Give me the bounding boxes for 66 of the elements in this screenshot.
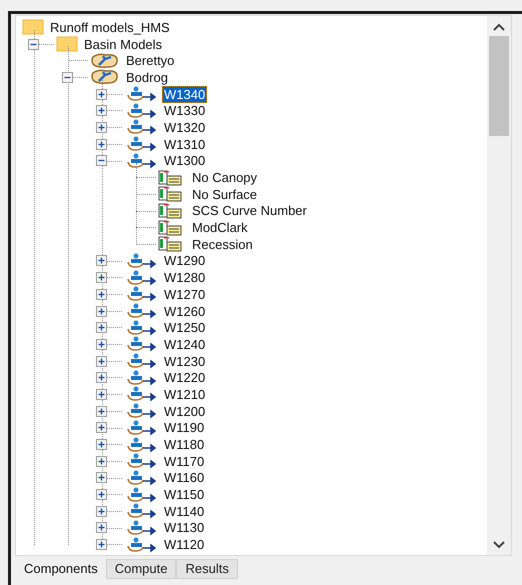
tree-item[interactable]: Berettyo bbox=[124, 52, 176, 70]
basin-icon bbox=[90, 52, 120, 69]
tree-item[interactable]: Recession bbox=[190, 236, 255, 253]
expand-icon[interactable] bbox=[96, 306, 107, 317]
expand-icon[interactable] bbox=[96, 422, 107, 434]
tree-item[interactable]: SCS Curve Number bbox=[190, 202, 309, 220]
tree-item[interactable]: W1200 bbox=[162, 402, 208, 420]
scroll-down-icon[interactable] bbox=[493, 541, 505, 549]
tree-item[interactable]: W1320 bbox=[162, 118, 208, 136]
tree-item[interactable]: Bodrog bbox=[124, 68, 170, 86]
tree-item[interactable]: W1310 bbox=[162, 136, 208, 153]
tree-item[interactable]: W1180 bbox=[162, 436, 206, 454]
scroll-up-icon[interactable] bbox=[493, 23, 505, 31]
expand-icon[interactable] bbox=[96, 406, 107, 417]
tab[interactable]: Results bbox=[176, 559, 238, 579]
expand-icon[interactable] bbox=[96, 288, 107, 300]
folder-icon bbox=[56, 36, 78, 52]
expand-icon[interactable] bbox=[96, 88, 107, 100]
collapse-icon[interactable] bbox=[28, 38, 39, 50]
expand-icon[interactable] bbox=[96, 338, 107, 350]
tree-item[interactable]: No Surface bbox=[190, 186, 260, 203]
collapse-icon[interactable] bbox=[96, 155, 107, 166]
tree-item[interactable]: W1120 bbox=[162, 536, 206, 554]
tree-item[interactable]: W1340 bbox=[162, 86, 208, 103]
expand-icon[interactable] bbox=[96, 472, 107, 484]
tree-item[interactable]: W1280 bbox=[162, 269, 208, 286]
expand-icon[interactable] bbox=[96, 356, 107, 367]
collapse-icon[interactable] bbox=[62, 72, 73, 83]
folder-icon bbox=[22, 19, 44, 36]
scrollbar-thumb[interactable] bbox=[489, 36, 509, 136]
basin-icon bbox=[90, 69, 120, 86]
expand-icon[interactable] bbox=[96, 522, 107, 534]
tree-item[interactable]: W1210 bbox=[162, 386, 208, 403]
expand-icon[interactable] bbox=[96, 506, 107, 517]
expand-icon[interactable] bbox=[96, 105, 107, 116]
expand-icon[interactable] bbox=[96, 539, 107, 550]
expand-icon[interactable] bbox=[96, 372, 107, 384]
expand-icon[interactable] bbox=[96, 456, 107, 467]
tree-item[interactable]: W1170 bbox=[162, 452, 206, 470]
tree-item[interactable]: W1330 bbox=[162, 102, 208, 120]
expand-icon[interactable] bbox=[96, 122, 107, 133]
tree-item[interactable]: ModClark bbox=[190, 219, 250, 236]
expand-icon[interactable] bbox=[96, 388, 107, 400]
tree-item[interactable]: W1150 bbox=[162, 486, 206, 504]
tree-item[interactable]: W1260 bbox=[162, 302, 208, 320]
tree-item[interactable]: W1130 bbox=[162, 519, 206, 536]
tree-item[interactable]: W1220 bbox=[162, 369, 208, 386]
tab[interactable]: Compute bbox=[106, 559, 176, 579]
expand-icon[interactable] bbox=[96, 272, 107, 284]
expand-icon[interactable] bbox=[96, 489, 107, 500]
tree-item[interactable]: W1240 bbox=[162, 336, 208, 353]
tree-item[interactable]: W1270 bbox=[162, 286, 208, 303]
tree-item[interactable]: W1190 bbox=[162, 419, 206, 436]
tree-item[interactable]: Runoff models_HMS bbox=[48, 18, 172, 36]
tree-item[interactable]: W1250 bbox=[162, 319, 208, 336]
tree-item[interactable]: W1230 bbox=[162, 352, 208, 370]
expand-icon[interactable] bbox=[96, 439, 107, 450]
tree-item[interactable]: No Canopy bbox=[190, 169, 260, 186]
expand-icon[interactable] bbox=[96, 138, 107, 150]
tree-item[interactable]: W1290 bbox=[162, 252, 208, 270]
tree-item[interactable]: Basin Models bbox=[82, 36, 164, 53]
tree-item[interactable]: W1160 bbox=[162, 469, 206, 486]
expand-icon[interactable] bbox=[96, 322, 107, 334]
tree-item[interactable]: W1140 bbox=[162, 502, 206, 520]
expand-icon[interactable] bbox=[96, 255, 107, 266]
tree-item[interactable]: W1300 bbox=[162, 152, 208, 170]
